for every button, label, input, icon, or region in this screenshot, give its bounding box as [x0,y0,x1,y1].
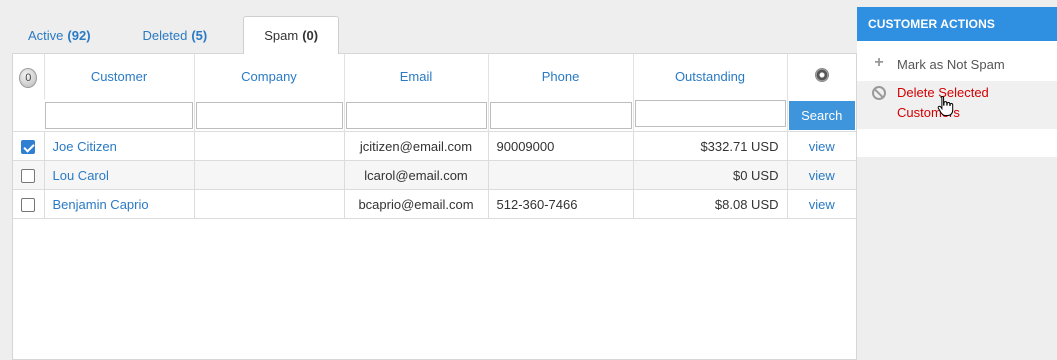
filter-company-input[interactable] [195,101,343,129]
column-header-email[interactable]: Email [343,54,488,99]
filter-row: Search [13,99,856,132]
tab-spam-label: Spam [264,28,299,43]
tab-deleted-count: (5) [191,27,208,43]
column-header-outstanding[interactable]: Outstanding [632,54,787,99]
filter-customer-cell [44,99,194,132]
filter-phone-input[interactable] [489,101,632,129]
outstanding-cell: $332.71 USD [632,131,787,161]
tab-spam[interactable]: Spam (0) [243,16,340,54]
filter-outstanding-input[interactable] [634,100,786,127]
view-link[interactable]: view [809,197,835,212]
plus-icon: + [874,54,884,71]
row-checkbox[interactable] [21,197,36,212]
phone-cell [487,160,633,190]
view-cell: view [786,131,856,161]
customer-actions-title: CUSTOMER ACTIONS [857,7,1057,41]
table-row: Lou Carol lcarol@email.com $0 USD view [13,160,856,190]
customer-link[interactable]: Joe Citizen [53,139,117,154]
select-all-cell: 0 [13,54,44,132]
customer-link[interactable]: Benjamin Caprio [53,197,149,212]
filter-email-input[interactable] [345,101,487,129]
search-button[interactable]: Search [788,100,855,130]
table-row: Joe Citizen jcitizen@email.com 90009000 … [13,131,856,161]
filter-customer-input[interactable] [45,101,193,129]
view-cell: view [786,189,856,219]
column-header-phone[interactable]: Phone [487,54,633,99]
customer-cell: Benjamin Caprio [43,189,194,219]
phone-cell: 90009000 [487,131,633,161]
row-select-cell [13,189,44,219]
delete-selected-customers-label: Delete Selected Customers [897,85,989,120]
customer-link[interactable]: Lou Carol [53,168,109,183]
filter-outstanding-cell [632,99,787,132]
ban-icon [871,83,887,100]
outstanding-cell: $8.08 USD [632,189,787,219]
company-cell [193,131,344,161]
mark-not-spam-action[interactable]: + Mark as Not Spam [857,47,1057,81]
table-row: Benjamin Caprio bcaprio@email.com 512-36… [13,189,856,219]
customer-cell: Joe Citizen [43,131,194,161]
company-cell [193,160,344,190]
delete-selected-customers-action[interactable]: Delete Selected Customers [857,81,1057,129]
email-cell: bcaprio@email.com [343,189,488,219]
view-cell: view [786,160,856,190]
filter-email-cell [343,99,488,132]
outstanding-cell: $0 USD [632,160,787,190]
email-cell: lcarol@email.com [343,160,488,190]
email-cell: jcitizen@email.com [343,131,488,161]
column-header-company[interactable]: Company [193,54,344,99]
customer-cell: Lou Carol [43,160,194,190]
view-link[interactable]: view [809,139,835,154]
tab-spam-count: (0) [302,28,319,43]
row-select-cell [13,160,44,190]
mark-not-spam-label: Mark as Not Spam [897,57,1005,72]
customer-table: 0 Customer Company Email Phone Outstandi… [13,54,856,219]
row-select-cell [13,131,44,161]
tab-bar: Active (92) Deleted (5) Spam (0) [12,16,359,54]
row-checkbox[interactable] [21,168,36,183]
tab-active-count: (92) [67,27,91,43]
phone-cell: 512-360-7466 [487,189,633,219]
customer-actions-panel: CUSTOMER ACTIONS + Mark as Not Spam Dele… [857,7,1057,157]
gear-icon[interactable] [814,68,829,82]
filter-company-cell [193,99,344,132]
search-cell: Search [786,99,856,132]
company-cell [193,189,344,219]
customer-grid-panel: 0 Customer Company Email Phone Outstandi… [12,53,857,360]
header-row: 0 Customer Company Email Phone Outstandi… [13,54,856,99]
tab-active[interactable]: Active (92) [12,16,107,54]
column-settings-cell [786,54,856,99]
tab-active-label: Active [28,27,64,43]
column-header-customer[interactable]: Customer [43,54,194,99]
selected-count-badge[interactable]: 0 [19,68,38,88]
tab-deleted[interactable]: Deleted (5) [127,16,224,54]
filter-phone-cell [487,99,633,132]
tab-deleted-label: Deleted [142,27,188,43]
view-link[interactable]: view [809,168,835,183]
row-checkbox[interactable] [21,139,36,154]
